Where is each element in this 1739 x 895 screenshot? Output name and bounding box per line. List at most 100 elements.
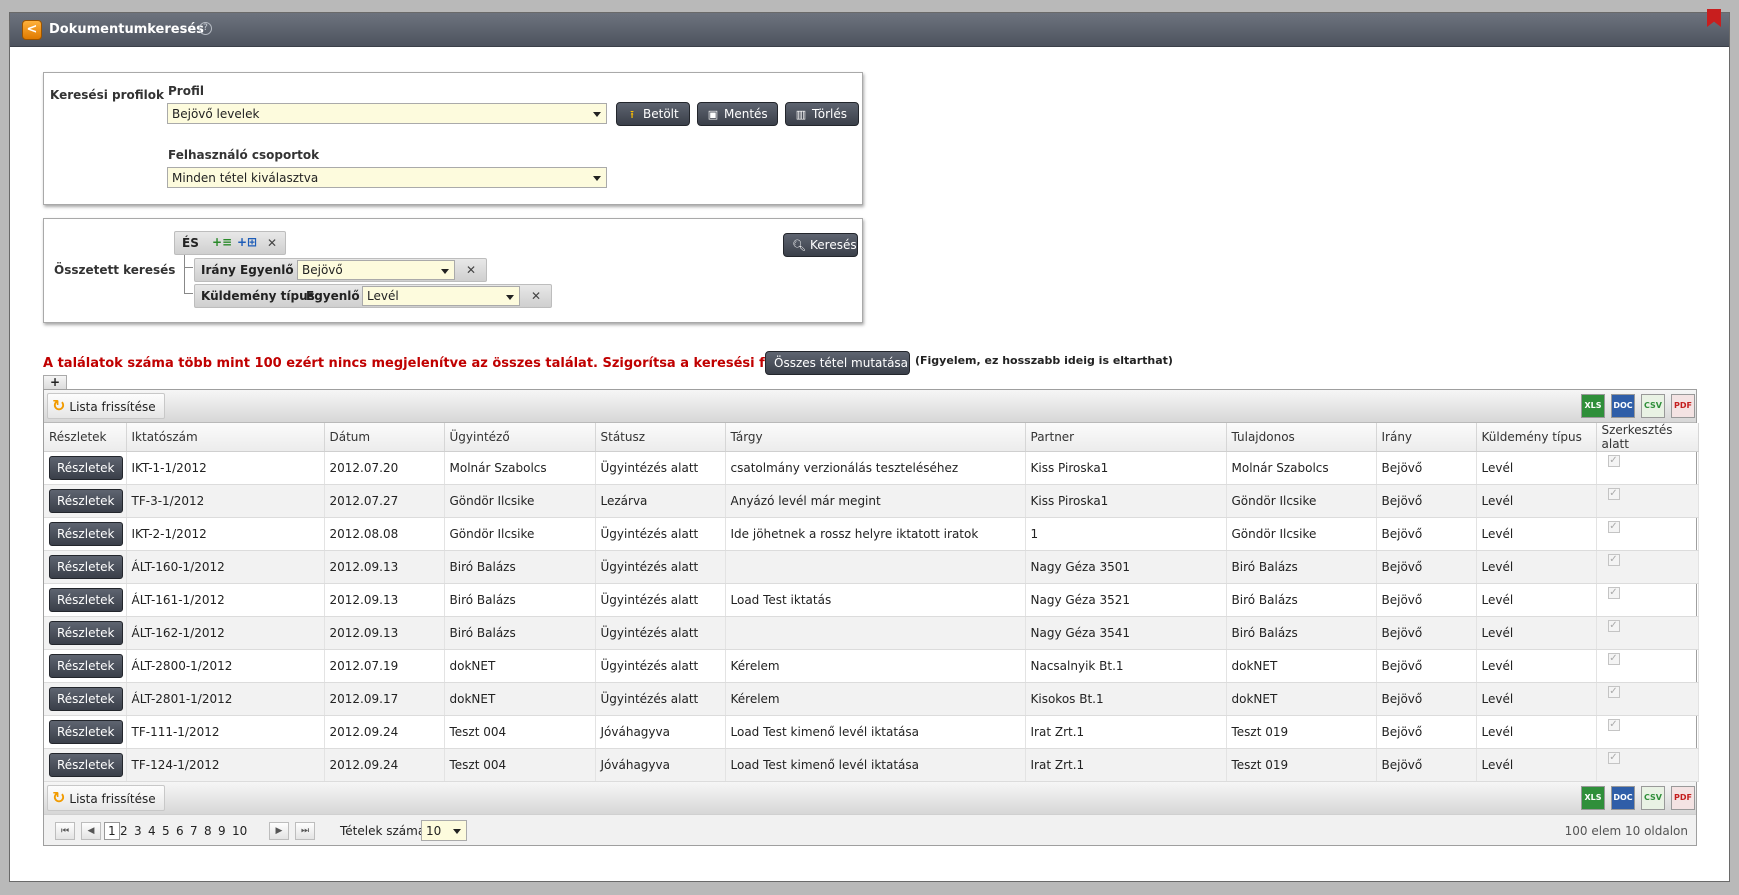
page-number[interactable]: 1 (104, 822, 120, 840)
save-button[interactable]: ▣ Mentés (697, 102, 778, 126)
details-button[interactable]: Részletek (49, 654, 123, 678)
page-number[interactable]: 10 (232, 824, 247, 838)
column-header[interactable]: Küldemény típus (1476, 423, 1597, 452)
details-button[interactable]: Részletek (49, 588, 123, 612)
owner-cell: Teszt 019 (1226, 715, 1377, 749)
show-all-button[interactable]: Összes tétel mutatása (765, 351, 910, 375)
condition-value-select[interactable]: Levél (362, 286, 520, 306)
first-page-icon[interactable]: ⏮︎ (55, 822, 75, 840)
details-button[interactable]: Részletek (49, 687, 123, 711)
page-number[interactable]: 6 (176, 824, 184, 838)
table-row[interactable]: Részletek ÁLT-2800-1/2012 2012.07.19 dokNET… (44, 649, 1699, 683)
user-groups-select[interactable]: Minden tétel kiválasztva (167, 167, 607, 188)
excel-export-icon[interactable]: XLS (1581, 394, 1605, 418)
remove-group-icon[interactable]: ✕ (267, 236, 277, 250)
table-row[interactable]: Részletek IKT-1-1/2012 2012.07.20 Molnár Sz… (44, 451, 1699, 485)
table-row[interactable]: Részletek ÁLT-161-1/2012 2012.09.13 Biró Ba… (44, 583, 1699, 617)
next-page-icon[interactable]: ▶︎ (269, 822, 289, 840)
add-condition-icon[interactable]: +≡ (212, 235, 232, 249)
operator-and[interactable]: ÉS (182, 236, 199, 250)
column-header[interactable]: Iktatószám (126, 423, 325, 452)
partner-cell: Kiss Piroska1 (1025, 484, 1227, 518)
condition-mail-type: Küldemény típus Egyenlő Levél ✕ (194, 284, 552, 308)
mail-type-cell: Levél (1476, 748, 1597, 782)
table-row[interactable]: Részletek ÁLT-162-1/2012 2012.09.13 Biró Ba… (44, 616, 1699, 650)
table-row[interactable]: Részletek TF-3-1/2012 2012.07.27 Göndör Ilc… (44, 484, 1699, 518)
load-button[interactable]: ⭱ Betölt (616, 102, 690, 126)
excel-export-icon[interactable]: XLS (1581, 786, 1605, 810)
details-button[interactable]: Részletek (49, 489, 123, 513)
details-button[interactable]: Részletek (49, 753, 123, 777)
filing-number-cell: ÁLT-2801-1/2012 (126, 682, 325, 716)
refresh-list-button[interactable]: ↻ Lista frissítése (47, 785, 165, 811)
add-group-icon[interactable]: +⊞ (237, 235, 257, 249)
clerk-cell: Biró Balázs (444, 550, 596, 584)
direction-cell: Bejövő (1376, 451, 1477, 485)
details-button[interactable]: Részletek (49, 522, 123, 546)
table-row[interactable]: Részletek ÁLT-2801-1/2012 2012.09.17 dokNET… (44, 682, 1699, 716)
subject-cell: Ide jöhetnek a rossz helyre iktatott ira… (725, 517, 1026, 551)
column-header[interactable]: Tárgy (725, 423, 1026, 452)
grid-toolbar-top: ↻ Lista frissítése XLS DOC CSV PDF (44, 390, 1696, 423)
subject-cell: Load Test kimenő levél iktatása (725, 748, 1026, 782)
pdf-export-icon[interactable]: PDF (1671, 394, 1695, 418)
table-row[interactable]: Részletek IKT-2-1/2012 2012.08.08 Göndör Il… (44, 517, 1699, 551)
column-header[interactable]: Irány (1376, 423, 1477, 452)
editing-checkbox: ✓ (1607, 653, 1620, 665)
partner-cell: Nacsalnyik Bt.1 (1025, 649, 1227, 683)
subject-cell (725, 550, 1026, 584)
condition-value-select[interactable]: Bejövő (297, 260, 455, 280)
details-cell: Részletek (44, 715, 127, 749)
details-cell: Részletek (44, 748, 127, 782)
refresh-list-button[interactable]: ↻ Lista frissítése (47, 393, 165, 419)
details-button[interactable]: Részletek (49, 621, 123, 645)
page-number[interactable]: 8 (204, 824, 212, 838)
details-button[interactable]: Részletek (49, 720, 123, 744)
column-header[interactable]: Részletek (44, 423, 127, 452)
column-header[interactable]: Szerkesztés alatt (1596, 423, 1699, 452)
editing-cell: ✓ (1596, 616, 1699, 650)
details-button[interactable]: Részletek (49, 456, 123, 480)
page-number[interactable]: 9 (218, 824, 226, 838)
compound-search-panel: Összetett keresés ÉS +≡ +⊞ ✕ Irány Egyen… (43, 218, 863, 323)
table-row[interactable]: Részletek TF-124-1/2012 2012.09.24 Teszt 00… (44, 748, 1699, 782)
bookmark-icon[interactable] (1707, 9, 1721, 27)
delete-button[interactable]: ▥ Törlés (785, 102, 859, 126)
word-export-icon[interactable]: DOC (1611, 394, 1635, 418)
partner-cell: Nagy Géza 3501 (1025, 550, 1227, 584)
owner-cell: Göndör Ilcsike (1226, 517, 1377, 551)
editing-cell: ✓ (1596, 484, 1699, 518)
chevron-down-icon (441, 269, 449, 274)
pdf-export-icon[interactable]: PDF (1671, 786, 1695, 810)
csv-export-icon[interactable]: CSV (1641, 394, 1665, 418)
help-icon[interactable]: ? (199, 22, 212, 35)
remove-condition-icon[interactable]: ✕ (531, 289, 541, 303)
clerk-cell: dokNET (444, 649, 596, 683)
word-export-icon[interactable]: DOC (1611, 786, 1635, 810)
page-size-select[interactable]: 10 (421, 820, 467, 841)
page-number[interactable]: 5 (162, 824, 170, 838)
page-number[interactable]: 3 (134, 824, 142, 838)
expand-button[interactable]: + (43, 375, 67, 390)
column-header[interactable]: Tulajdonos (1226, 423, 1377, 452)
status-cell: Ügyintézés alatt (595, 649, 726, 683)
details-button[interactable]: Részletek (49, 555, 123, 579)
table-row[interactable]: Részletek ÁLT-160-1/2012 2012.09.13 Biró Ba… (44, 550, 1699, 584)
prev-page-icon[interactable]: ◀︎ (81, 822, 101, 840)
table-row[interactable]: Részletek TF-111-1/2012 2012.09.24 Teszt 00… (44, 715, 1699, 749)
status-cell: Ügyintézés alatt (595, 583, 726, 617)
remove-condition-icon[interactable]: ✕ (466, 263, 476, 277)
profile-select[interactable]: Bejövő levelek (167, 103, 607, 124)
column-header[interactable]: Dátum (324, 423, 445, 452)
back-button[interactable]: < (22, 20, 42, 40)
page-number[interactable]: 7 (190, 824, 198, 838)
column-header[interactable]: Partner (1025, 423, 1227, 452)
search-button[interactable]: 🔍︎ Keresés (783, 233, 858, 257)
csv-export-icon[interactable]: CSV (1641, 786, 1665, 810)
page-number[interactable]: 4 (148, 824, 156, 838)
column-header[interactable]: Ügyintéző (444, 423, 596, 452)
editing-cell: ✓ (1596, 748, 1699, 782)
last-page-icon[interactable]: ⏭︎ (295, 822, 315, 840)
column-header[interactable]: Státusz (595, 423, 726, 452)
page-number[interactable]: 2 (120, 824, 128, 838)
